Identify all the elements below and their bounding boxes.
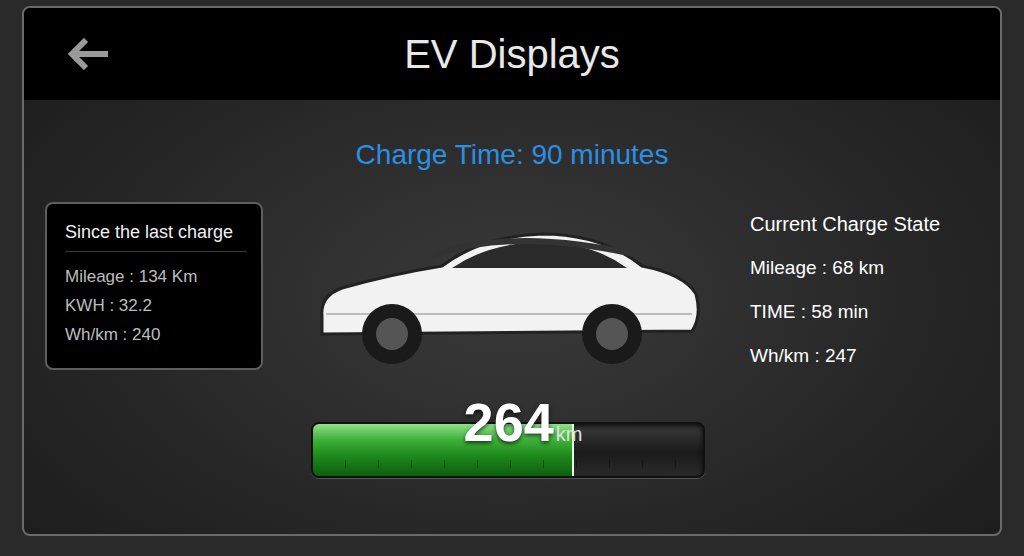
range-value: 264 [464, 392, 554, 452]
title: EV Displays [144, 32, 880, 77]
charge-time: Charge Time: 90 minutes [24, 138, 1000, 172]
state-row: TIME : 58 min [750, 300, 1000, 324]
card-row: Mileage : 134 Km [65, 262, 247, 291]
battery-ticks [313, 460, 703, 468]
card-title: Since the last charge [65, 222, 247, 252]
current-charge-state: Current Charge State Mileage : 68 km TIME … [750, 202, 1000, 368]
battery-row: 264km [24, 422, 1000, 478]
card-row: KWH : 32.2 [65, 291, 247, 320]
back-arrow-icon [68, 38, 110, 70]
card-row: Wh/km : 240 [65, 320, 247, 349]
range-unit: km [556, 423, 583, 446]
car-picture [263, 202, 750, 376]
header: EV Displays [24, 8, 1000, 100]
page: EV Displays Charge Time: 90 minutes Since … [0, 0, 1024, 556]
ev-panel: EV Displays Charge Time: 90 minutes Since … [22, 6, 1002, 536]
battery-meter: 264km [311, 422, 705, 478]
back-button[interactable] [24, 38, 144, 70]
info-row: Since the last charge Mileage : 134 KmKWH… [24, 202, 1000, 376]
state-row: Mileage : 68 km [750, 256, 1000, 280]
state-row: Wh/km : 247 [750, 344, 1000, 368]
state-title: Current Charge State [750, 212, 1000, 236]
range-label: 264km [311, 392, 705, 452]
since-last-charge-card: Since the last charge Mileage : 134 KmKWH… [45, 202, 263, 370]
car-icon [312, 216, 702, 376]
body: Charge Time: 90 minutes Since the last ch… [24, 100, 1000, 534]
